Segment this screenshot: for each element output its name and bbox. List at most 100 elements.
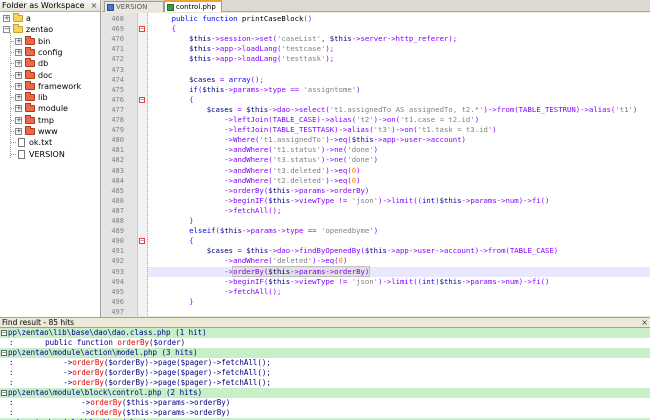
tree-item-module[interactable]: +module <box>0 103 100 114</box>
fold-toggle-icon[interactable]: − <box>139 97 145 103</box>
tab-version[interactable]: VERSION <box>104 1 164 12</box>
code-line[interactable]: ->fetchAll(); <box>154 206 281 216</box>
tree-item-label: framework <box>38 81 81 92</box>
code-line[interactable]: ->leftJoin(TABLE_TESTTASK)->alias('t3')-… <box>154 125 497 135</box>
collapse-icon[interactable]: − <box>3 26 10 33</box>
tree-item-doc[interactable]: +doc <box>0 70 100 81</box>
fold-toggle-icon[interactable]: − <box>139 26 145 32</box>
tree-item-config[interactable]: +config <box>0 47 100 58</box>
tree-item-label: VERSION <box>29 149 65 160</box>
code-line[interactable]: { <box>154 24 176 34</box>
tree-item-version[interactable]: VERSION <box>0 149 100 160</box>
find-result-panel[interactable]: −pp\zentao\lib\base\dao\dao.class.php (1… <box>0 328 650 420</box>
code-line[interactable]: { <box>154 236 194 246</box>
code-line[interactable]: $cases = $this->dao->select('t1.assigned… <box>154 105 637 115</box>
expand-icon[interactable]: + <box>15 105 22 112</box>
tree-item-zentao[interactable]: −zentao <box>0 24 100 35</box>
close-icon[interactable]: × <box>641 318 648 327</box>
code-line[interactable]: public function printCaseBlock() <box>154 14 312 24</box>
close-icon[interactable]: × <box>89 1 99 10</box>
collapse-icon[interactable]: − <box>1 390 7 396</box>
folder-icon <box>25 60 35 67</box>
expand-icon[interactable]: + <box>15 38 22 45</box>
find-result-hit[interactable]: : ->orderBy($this->params->orderBy) <box>0 398 650 408</box>
tree-item-label: lib <box>38 92 48 103</box>
code-line[interactable]: $this->app->loadLang('testcase'); <box>154 44 334 54</box>
find-result-file[interactable]: −pp\zentao\module\block\control.php (2 h… <box>0 388 650 398</box>
find-result-line: : ->orderBy($orderBy)->page($pager)->fet… <box>0 378 271 387</box>
code-line[interactable]: $cases = $this->dao->findByOpenedBy($thi… <box>154 246 558 256</box>
panel-title-bar: Folder as Workspace × <box>0 0 100 12</box>
line-number: 477 <box>102 105 124 115</box>
code-line[interactable]: ->andWhere('t3.deleted')->eq(0) <box>154 166 361 176</box>
expand-icon[interactable]: + <box>15 128 22 135</box>
code-line[interactable]: ->andWhere('deleted')->eq(0) <box>154 256 347 266</box>
code-line[interactable]: ->leftJoin(TABLE_CASE)->alias('t2')->on(… <box>154 115 479 125</box>
tree-item-db[interactable]: + db <box>0 58 100 69</box>
tree-connector <box>11 142 16 143</box>
code-line[interactable]: ->andWhere('t3.status')->ne('done') <box>154 155 378 165</box>
folder-icon <box>13 15 23 22</box>
line-number: 483 <box>102 166 124 176</box>
find-result-line: : ->orderBy($this->params->orderBy) <box>0 398 230 407</box>
tree-item-label: db <box>38 58 48 69</box>
tree-item-framework[interactable]: + framework <box>0 81 100 92</box>
tree-item-lib[interactable]: + lib <box>0 92 100 103</box>
code-line[interactable]: ->beginIF($this->viewType != 'json')->li… <box>154 277 549 287</box>
code-line[interactable]: ->fetchAll(); <box>154 287 281 297</box>
find-result-hit[interactable]: : ->orderBy($this->params->orderBy) <box>0 408 650 418</box>
tree-item-www[interactable]: +www <box>0 126 100 137</box>
code-line[interactable]: } <box>154 216 194 226</box>
fold-toggle-icon[interactable]: − <box>139 238 145 244</box>
code-line[interactable]: ->andWhere('t2.deleted')->eq(0) <box>154 176 361 186</box>
code-line[interactable]: $this->session->set('caseList', $this->s… <box>154 34 457 44</box>
code-line[interactable]: $this->app->loadLang('testtask'); <box>154 54 334 64</box>
line-number: 471 <box>102 44 124 54</box>
line-number: 468 <box>102 14 124 24</box>
tab-bar: VERSION control.php <box>102 0 650 12</box>
tree-item-ok-txt[interactable]: ok.txt <box>0 137 100 148</box>
folder-icon <box>13 26 23 33</box>
expand-icon[interactable]: + <box>15 49 22 56</box>
code-line[interactable]: elseif($this->params->type == 'openedbym… <box>154 226 378 236</box>
expand-icon[interactable]: + <box>15 83 22 90</box>
code-line[interactable]: if($this->params->type == 'assigntome') <box>154 85 361 95</box>
code-line[interactable]: ->orderBy($this->params->orderBy) <box>154 186 369 196</box>
tree-item-tmp[interactable]: +tmp <box>0 115 100 126</box>
code-line[interactable]: ->beginIF($this->viewType != 'json')->li… <box>154 196 549 206</box>
line-number: 476 <box>102 95 124 105</box>
folder-icon <box>25 83 35 90</box>
line-number: 489 <box>102 226 124 236</box>
find-result-hit[interactable]: : ->orderBy($orderBy)->page($pager)->fet… <box>0 368 650 378</box>
panel-title: Folder as Workspace <box>2 1 85 10</box>
folder-workspace-panel: Folder as Workspace × +a−zentao+bin+conf… <box>0 0 101 317</box>
code-line[interactable]: ->andWhere('t1.status')->ne('done') <box>154 145 378 155</box>
tab-control-php[interactable]: control.php <box>164 0 222 12</box>
code-line[interactable]: } <box>154 297 194 307</box>
expand-icon[interactable]: + <box>3 15 10 22</box>
current-line[interactable]: ->orderBy($this->params->orderBy) <box>148 267 650 277</box>
code-line[interactable]: $cases = array(); <box>154 75 264 85</box>
line-number: 469 <box>102 24 124 34</box>
find-result-hit[interactable]: : public function orderBy($order) <box>0 338 650 348</box>
line-number: 496 <box>102 297 124 307</box>
find-result-hit[interactable]: : ->orderBy($orderBy)->page($pager)->fet… <box>0 378 650 388</box>
find-result-file[interactable]: −pp\zentao\lib\base\dao\dao.class.php (1… <box>0 328 650 338</box>
code-editor[interactable]: 4684694704714724734744754764774784794804… <box>102 13 650 316</box>
find-result-file[interactable]: −pp\zentao\module\action\model.php (3 hi… <box>0 348 650 358</box>
code-line[interactable]: { <box>154 95 194 105</box>
line-number: 470 <box>102 34 124 44</box>
collapse-icon[interactable]: − <box>1 330 7 336</box>
folder-icon <box>25 105 35 112</box>
expand-icon[interactable]: + <box>15 94 22 101</box>
collapse-icon[interactable]: − <box>1 350 7 356</box>
expand-icon[interactable]: + <box>15 72 22 79</box>
code-line[interactable]: ->Where('t1.assignedTo')->eq($this->app-… <box>154 135 466 145</box>
line-number: 484 <box>102 176 124 186</box>
folder-icon <box>25 128 35 135</box>
expand-icon[interactable]: + <box>15 60 22 67</box>
expand-icon[interactable]: + <box>15 117 22 124</box>
tree-item-a[interactable]: +a <box>0 13 100 24</box>
find-result-hit[interactable]: : ->orderBy($orderBy)->page($pager)->fet… <box>0 358 650 368</box>
tree-item-bin[interactable]: +bin <box>0 36 100 47</box>
